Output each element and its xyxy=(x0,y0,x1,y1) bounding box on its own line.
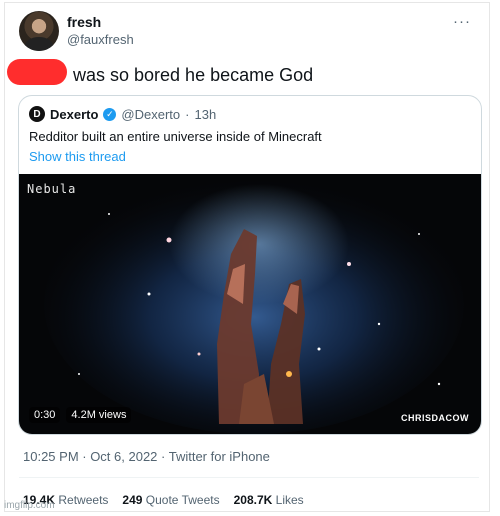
tweet-text: was so bored he became God xyxy=(73,65,314,85)
user-handle[interactable]: @fauxfresh xyxy=(67,32,134,47)
quoted-user-name[interactable]: Dexerto xyxy=(50,107,98,122)
user-name[interactable]: fresh xyxy=(67,14,101,30)
quoted-time[interactable]: 13h xyxy=(194,107,216,122)
separator-dot: · xyxy=(185,106,190,122)
dexerto-logo-icon: D xyxy=(29,106,45,122)
more-icon[interactable]: ··· xyxy=(453,13,471,30)
verified-badge-icon: ✓ xyxy=(103,107,117,121)
site-watermark: imgflip.com xyxy=(4,500,55,511)
quoted-tweet-header: D Dexerto ✓ @Dexerto · 13h xyxy=(29,106,216,122)
divider xyxy=(19,477,479,478)
redaction-mark xyxy=(7,59,67,85)
video-player[interactable]: Nebula 0:30 4.2M views CHRISDACOW xyxy=(19,174,481,434)
video-views: 4.2M views xyxy=(66,407,132,423)
avatar[interactable] xyxy=(19,11,59,51)
video-overlay-label: Nebula xyxy=(27,182,77,196)
show-thread-link[interactable]: Show this thread xyxy=(29,149,126,164)
video-duration: 0:30 xyxy=(29,407,61,423)
likes-stat[interactable]: 208.7K Likes xyxy=(234,493,304,507)
tweet-card: fresh @fauxfresh ··· was so bored he bec… xyxy=(4,2,490,512)
video-credit: CHRISDACOW xyxy=(401,413,469,423)
video-status: 0:30 4.2M views xyxy=(29,407,132,423)
quote-tweets-stat[interactable]: 249 Quote Tweets xyxy=(122,493,219,507)
engagement-stats: 19.4K Retweets 249 Quote Tweets 208.7K L… xyxy=(23,493,304,507)
nebula-video-frame xyxy=(44,174,464,434)
quoted-user-handle: @Dexerto xyxy=(121,106,181,122)
tweet-meta[interactable]: 10:25 PM · Oct 6, 2022 · Twitter for iPh… xyxy=(23,449,270,464)
quoted-tweet[interactable]: D Dexerto ✓ @Dexerto · 13h Redditor buil… xyxy=(18,95,482,435)
quoted-tweet-text: Redditor built an entire universe inside… xyxy=(29,129,322,144)
